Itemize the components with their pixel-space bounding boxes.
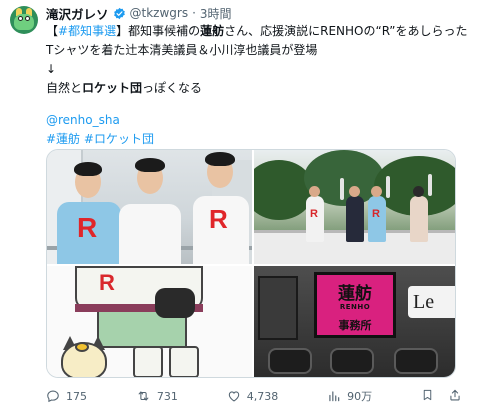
separator-dot: · <box>192 6 196 20</box>
verified-badge-icon <box>113 7 126 20</box>
text-bold-rocket: ロケット団 <box>82 81 143 95</box>
tweet: 滝沢ガレソ @tkzwgrs · 3時間 【#都知事選】都知事候補の蓮舫さん、応… <box>0 0 480 420</box>
avatar-face <box>14 14 34 30</box>
text-segment: っぽくなる <box>142 81 203 95</box>
views-button[interactable]: 90万 <box>327 388 372 404</box>
text-line-2: Tシャツを着た辻本清美議員＆小川淳也議員が登場 <box>46 43 318 57</box>
anime-boot <box>169 346 199 377</box>
anime-glove <box>155 288 195 318</box>
text-line-1: 【#都知事選】都知事候補の蓮舫さん、応援演説にRENHOの“R”をあしらった <box>46 22 468 41</box>
photo1-r-letter: R <box>77 212 98 243</box>
text-line-arrow: ↓ <box>46 62 57 76</box>
like-count: 4,738 <box>246 389 279 403</box>
avatar[interactable] <box>10 6 38 34</box>
nameplate-bottom: 事務所 <box>338 319 372 332</box>
display-name[interactable]: 滝沢ガレソ <box>46 4 109 23</box>
share-icon[interactable] <box>448 387 462 406</box>
elevator-button <box>268 348 312 374</box>
bookmark-icon[interactable] <box>421 387 434 406</box>
photo-raised-arm <box>386 176 390 198</box>
photo-elevator-panel[interactable]: 蓮舫 RENHO 事務所 Le <box>254 266 455 377</box>
hashtag-line: #蓮舫 #ロケット団 <box>46 130 466 149</box>
bracket-close: 】 <box>116 24 129 38</box>
photo2-r-letter: R <box>310 208 318 220</box>
nameplate-subtitle: RENHO <box>339 303 371 311</box>
elevator-slot <box>258 276 298 340</box>
hashtag-tokyo-election[interactable]: #都知事選 <box>58 24 116 38</box>
media-grid: R R R R R 蓮舫 RENHO 事務所 Le <box>46 149 456 378</box>
views-count: 90万 <box>347 390 373 403</box>
text-gap <box>46 98 466 111</box>
photo-hair <box>205 152 235 166</box>
handle[interactable]: @tkzwgrs <box>130 6 189 20</box>
views-icon <box>327 389 341 403</box>
photo-figure-head <box>309 186 320 197</box>
elevator-label: Le <box>408 286 455 318</box>
text-line-4: 自然とロケット団っぽくなる <box>46 79 466 98</box>
avatar-eye <box>25 16 30 21</box>
image-anime-rocket-team[interactable]: R <box>47 266 252 377</box>
tweet-header: 滝沢ガレソ @tkzwgrs · 3時間 <box>46 4 232 22</box>
text-bold-name: 蓮舫 <box>200 24 225 38</box>
photo-campaign-truck[interactable]: R R <box>254 150 455 264</box>
like-button[interactable]: 4,738 <box>227 389 279 403</box>
photo-hair <box>74 162 102 176</box>
tweet-text: 【#都知事選】都知事候補の蓮舫さん、応援演説にRENHOの“R”をあしらった T… <box>46 22 468 149</box>
nameplate-title: 蓮舫 <box>338 284 372 304</box>
elevator-nameplate: 蓮舫 RENHO 事務所 <box>314 272 396 338</box>
action-bar: 175 731 4,738 90万 <box>46 386 466 406</box>
hashtag-rocket[interactable]: #ロケット団 <box>84 132 154 146</box>
action-bar-right <box>421 387 462 406</box>
repost-count: 731 <box>156 389 178 403</box>
reply-button[interactable]: 175 <box>46 389 87 403</box>
hashtag-renho[interactable]: #蓮舫 <box>46 132 80 146</box>
avatar-eye <box>18 16 23 21</box>
photo-figure <box>410 196 428 242</box>
meowth-coin <box>75 342 89 352</box>
anime-r-letter: R <box>99 270 115 295</box>
photo-figure-head <box>413 186 424 197</box>
photo-figure <box>346 196 364 242</box>
elevator-button <box>394 348 438 374</box>
photo-speakers-closeup[interactable]: R R <box>47 150 252 264</box>
mention-link[interactable]: @renho_sha <box>46 111 466 130</box>
timestamp[interactable]: 3時間 <box>200 5 232 22</box>
reply-count: 175 <box>66 389 87 403</box>
text-segment: 都知事候補の <box>128 24 201 38</box>
photo2-r-letter: R <box>372 208 380 220</box>
photo-raised-arm <box>340 178 344 200</box>
photo-raised-arm <box>428 174 432 196</box>
elevator-button <box>330 348 374 374</box>
reply-icon <box>46 389 60 403</box>
heart-icon <box>227 389 241 403</box>
photo-figure-head <box>371 186 382 197</box>
repost-icon <box>136 389 151 403</box>
text-segment: 自然と <box>46 81 83 95</box>
photo1-r-letter: R <box>209 204 228 234</box>
bracket-open: 【 <box>46 24 59 38</box>
photo-hair <box>135 158 165 172</box>
text-segment: さん、応援演説にRENHOの“R”をあしらった <box>224 24 468 38</box>
photo-figure-head <box>349 186 360 197</box>
repost-button[interactable]: 731 <box>136 389 178 403</box>
anime-boot <box>133 346 163 377</box>
photo-shirt-white <box>119 204 181 264</box>
